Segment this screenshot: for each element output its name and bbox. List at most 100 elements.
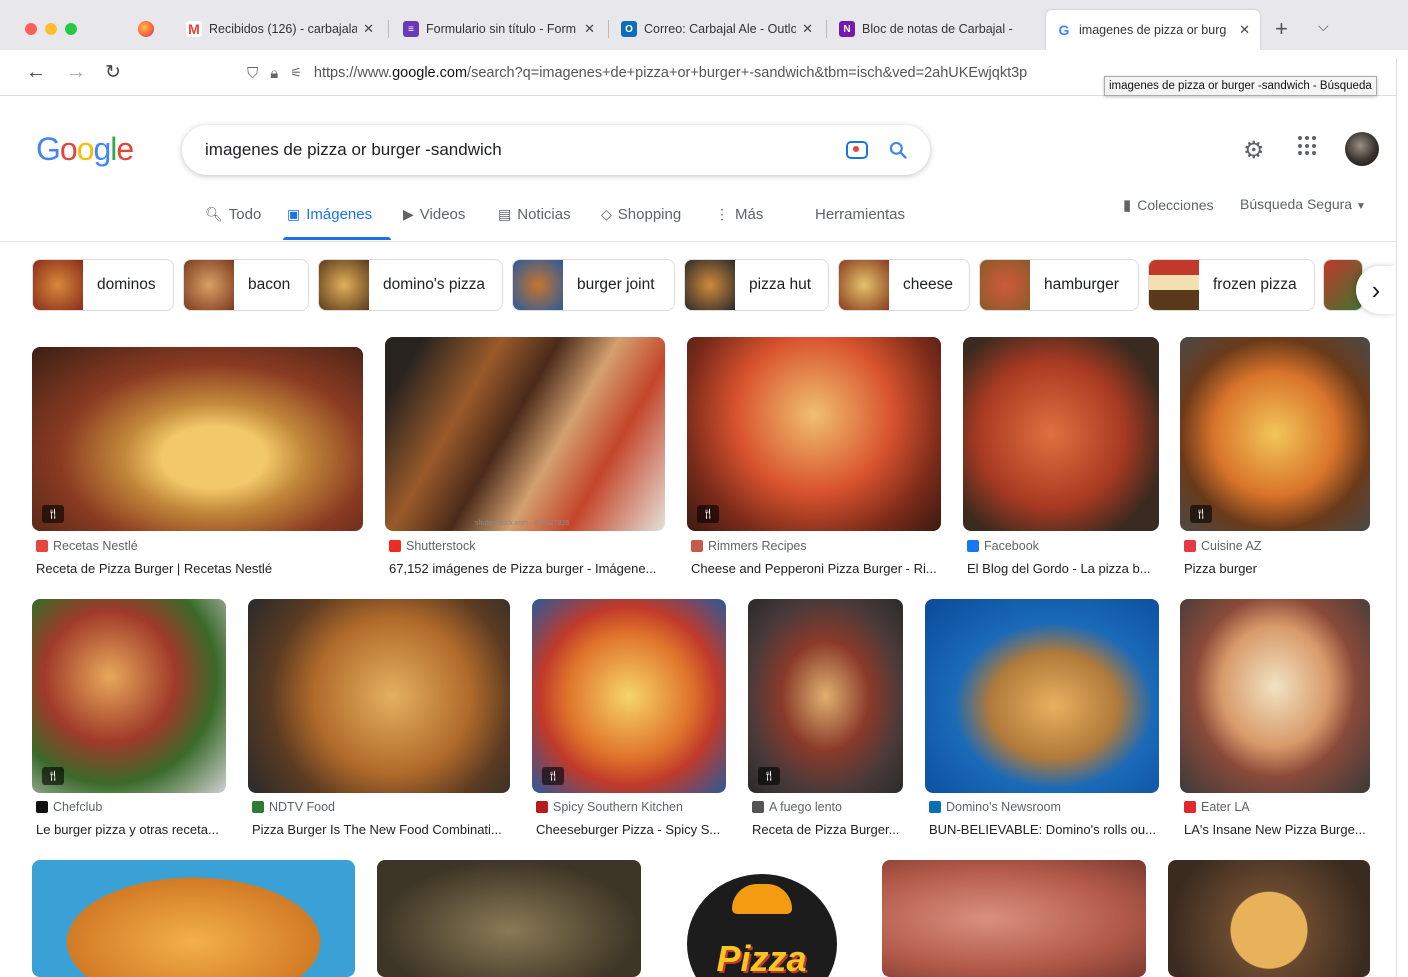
- recipe-icon: 🍴︎: [758, 767, 780, 785]
- tab-noticias[interactable]: ▤ Noticias: [498, 206, 571, 223]
- result-title[interactable]: Cheese and Pepperoni Pizza Burger - Ri..…: [691, 561, 955, 576]
- url-bar[interactable]: ⛉ 🔒︎ ⚟ https://www. google.com/search?q=i…: [247, 56, 1152, 90]
- image-icon: ▣: [287, 206, 301, 222]
- camera-icon[interactable]: [846, 141, 868, 159]
- result-title[interactable]: Pizza Burger Is The New Food Combinati..…: [252, 822, 524, 837]
- result-source: Rimmers Recipes: [691, 539, 807, 553]
- related-chip[interactable]: pizza hut: [684, 259, 829, 311]
- more-vert-icon: ⋮: [715, 206, 729, 222]
- reload-icon[interactable]: ↻: [105, 61, 121, 84]
- result-title[interactable]: Le burger pizza y otras receta...: [36, 822, 240, 837]
- chip-thumbnail: [513, 260, 563, 310]
- forward-arrow-icon[interactable]: →: [66, 61, 86, 84]
- recipe-icon: 🍴︎: [697, 505, 719, 523]
- related-chip[interactable]: dominos: [32, 259, 174, 311]
- zoom-window-button[interactable]: [65, 23, 77, 35]
- search-input[interactable]: imagenes de pizza or burger -sandwich: [205, 140, 846, 160]
- result-title[interactable]: LA's Insane New Pizza Burge...: [1184, 822, 1384, 837]
- browser-tab-google[interactable]: G imagenes de pizza or burg ✕: [1046, 10, 1260, 50]
- source-name: Domino's Newsroom: [946, 800, 1061, 814]
- result-title[interactable]: 67,152 imágenes de Pizza burger - Imágen…: [389, 561, 679, 576]
- search-icon[interactable]: [888, 140, 908, 160]
- shield-icon: ⛉: [247, 64, 259, 82]
- play-icon: ▶: [403, 206, 414, 222]
- tab-todo[interactable]: 🔍︎ Todo: [205, 206, 261, 223]
- result-image: [963, 337, 1159, 531]
- source-favicon-icon: [389, 540, 401, 552]
- close-tab-icon[interactable]: ✕: [584, 21, 595, 37]
- chip-thumbnail: [980, 260, 1030, 310]
- result-image: [1180, 599, 1370, 793]
- chip-label: cheese: [903, 276, 953, 293]
- scrollbar-track[interactable]: [1396, 58, 1408, 977]
- result-image: shutterstock.com · 470627828: [385, 337, 665, 531]
- result-source: Facebook: [967, 539, 1039, 553]
- tab-shopping[interactable]: ◇ Shopping: [601, 206, 681, 223]
- result-image: [1180, 337, 1370, 531]
- result-title[interactable]: Receta de Pizza Burger...: [752, 822, 917, 837]
- browser-tab-outlook[interactable]: O Correo: Carbajal Ale - Outlo ✕: [611, 10, 823, 48]
- chip-label: pizza hut: [749, 276, 812, 293]
- avatar[interactable]: [1345, 132, 1379, 166]
- settings-gear-icon[interactable]: ⚙: [1243, 136, 1265, 165]
- result-title[interactable]: BUN-BELIEVABLE: Domino's rolls ou...: [929, 822, 1173, 837]
- source-favicon-icon: [1184, 540, 1196, 552]
- chip-label: hamburger: [1044, 276, 1119, 293]
- related-chip[interactable]: burger joint: [512, 259, 675, 311]
- logo-letter: g: [93, 131, 111, 167]
- source-name: Eater LA: [1201, 800, 1250, 814]
- result-source: Shutterstock: [389, 539, 475, 553]
- close-tab-icon[interactable]: ✕: [1239, 22, 1250, 38]
- result-image: Pizza: [664, 860, 859, 977]
- related-chip[interactable]: frozen pizza: [1148, 259, 1315, 311]
- chip-thumbnail: [184, 260, 234, 310]
- gmail-icon: M: [186, 21, 202, 37]
- apps-grid-icon[interactable]: [1298, 136, 1318, 156]
- chip-thumbnail: [319, 260, 369, 310]
- result-title[interactable]: Cheeseburger Pizza - Spicy S...: [536, 822, 740, 837]
- minimize-window-button[interactable]: [45, 23, 57, 35]
- search-box[interactable]: imagenes de pizza or burger -sandwich: [182, 125, 930, 175]
- tab-videos[interactable]: ▶ Videos: [403, 206, 465, 223]
- browser-tab-gmail[interactable]: M Recibidos (126) - carbajalal ✕: [176, 10, 384, 48]
- chip-thumbnail: [839, 260, 889, 310]
- related-chip[interactable]: domino's pizza: [318, 259, 503, 311]
- result-title[interactable]: El Blog del Gordo - La pizza b...: [967, 561, 1173, 576]
- result-title[interactable]: Receta de Pizza Burger | Recetas Nestlé: [36, 561, 377, 576]
- news-icon: ▤: [498, 206, 512, 222]
- tab-imagenes[interactable]: ▣ Imágenes: [287, 206, 372, 223]
- result-image: [32, 860, 355, 977]
- safesearch-dropdown[interactable]: Búsqueda Segura ▼: [1240, 196, 1366, 212]
- related-chip[interactable]: cheese: [838, 259, 970, 311]
- browser-tab-onenote[interactable]: N Bloc de notas de Carbajal -: [829, 10, 1042, 48]
- source-name: Spicy Southern Kitchen: [553, 800, 683, 814]
- source-favicon-icon: [967, 540, 979, 552]
- result-image: [248, 599, 510, 793]
- related-chip[interactable]: hamburger: [979, 259, 1139, 311]
- browser-tab-forms[interactable]: ≡ Formulario sin título - Form ✕: [393, 10, 605, 48]
- result-source: Eater LA: [1184, 800, 1250, 814]
- chevron-down-icon[interactable]: ⌵: [1318, 18, 1329, 35]
- result-image: [1168, 860, 1370, 977]
- tab-herramientas[interactable]: Herramientas: [815, 206, 905, 223]
- source-name: Rimmers Recipes: [708, 539, 807, 553]
- result-image: [748, 599, 903, 793]
- result-image: [32, 599, 226, 793]
- recipe-icon: 🍴︎: [42, 505, 64, 523]
- close-tab-icon[interactable]: ✕: [802, 21, 813, 37]
- close-window-button[interactable]: [25, 23, 37, 35]
- source-name: Recetas Nestlé: [53, 539, 138, 553]
- related-chip[interactable]: bacon: [183, 259, 309, 311]
- chevron-right-icon[interactable]: ›: [1356, 266, 1396, 314]
- tab-mas[interactable]: ⋮ Más: [715, 206, 763, 223]
- logo-letter: G: [36, 131, 61, 167]
- source-favicon-icon: [691, 540, 703, 552]
- collections-link[interactable]: ▮ Colecciones: [1123, 196, 1214, 214]
- google-logo[interactable]: Google: [36, 131, 134, 168]
- new-tab-icon[interactable]: +: [1275, 16, 1288, 42]
- close-tab-icon[interactable]: ✕: [363, 21, 374, 37]
- logo-letter: e: [116, 131, 134, 167]
- back-arrow-icon[interactable]: ←: [26, 61, 46, 84]
- source-favicon-icon: [929, 801, 941, 813]
- result-title[interactable]: Pizza burger: [1184, 561, 1374, 576]
